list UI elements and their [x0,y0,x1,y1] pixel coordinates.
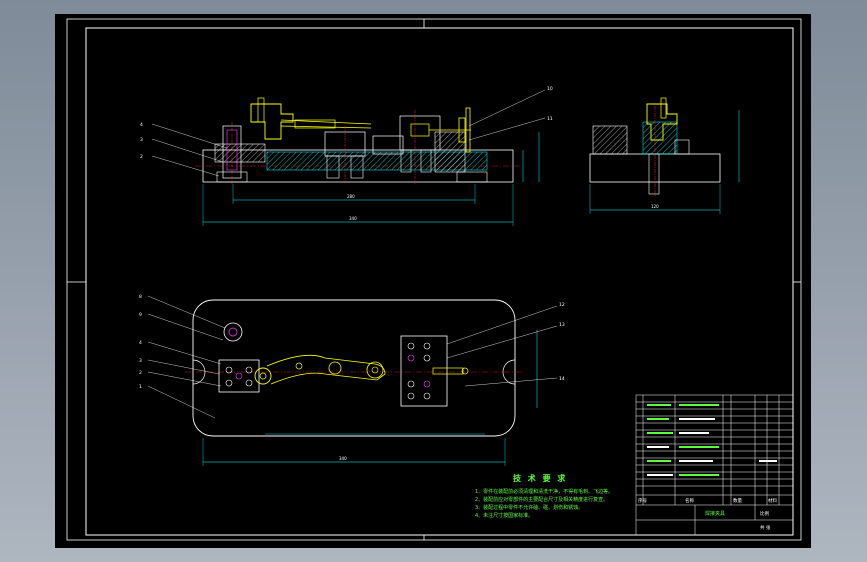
balloon-top-r-0: 12 [559,302,565,308]
cad-drawing: 280 340 4 3 2 10 11 120 340 8 9 4 3 2 1 … [66,18,802,541]
ratio-label: 比例 [760,510,769,517]
tech-line-1: 1、零件在装配前必须清理和清洗干净，不得有毛刺、飞边等。 [475,488,613,495]
tech-line-2: 2、装配前应对零部件的主要配合尺寸及相关精度进行复查。 [475,496,608,503]
balloon-top-r-2: 14 [559,376,565,382]
balloon-top-4: 2 [139,370,142,376]
dim-top-overall: 340 [339,456,347,461]
balloon-front-0: 4 [140,122,143,128]
header-name: 名称 [685,497,694,504]
tech-line-4: 4、未注尺寸按国家标准。 [475,512,533,519]
balloon-top-5: 1 [139,384,142,390]
header-qty: 数量 [733,497,742,504]
title-block-text: 序号 名称 数量 材料 焊接夹具 比例 共 张 [638,497,777,531]
balloon-front-2: 2 [140,154,143,160]
balloon-front-r-1: 11 [547,116,553,122]
dim-side-width: 120 [651,204,659,209]
drawing-name: 焊接夹具 [705,510,725,517]
top-balloons: 8 9 4 3 2 1 12 13 14 [139,294,565,419]
header-material: 材料 [768,497,777,504]
balloon-top-r-1: 13 [559,322,565,328]
side-view: 120 [589,97,740,214]
inner-frame [85,27,794,536]
dim-front-inner: 280 [347,194,355,199]
top-view: 340 [185,299,538,466]
balloon-top-3: 3 [139,358,142,364]
header-no: 序号 [638,497,647,504]
dim-front-overall: 340 [349,216,357,221]
balloon-top-2: 4 [139,340,142,346]
balloon-front-1: 3 [140,137,143,143]
sheet-label: 共 张 [760,524,771,531]
balloon-top-0: 8 [139,294,142,300]
tech-title: 技 术 要 求 [513,473,567,483]
balloon-front-r-0: 10 [547,86,553,92]
drawing-sheet: 280 340 4 3 2 10 11 120 340 8 9 4 3 2 1 … [55,14,811,548]
balloon-top-1: 9 [139,312,142,318]
technical-requirements: 技 术 要 求 1、零件在装配前必须清理和清洗干净，不得有毛刺、飞边等。 2、装… [475,473,613,519]
tech-line-3: 3、装配过程中零件不允许磕、碰、划伤和锈蚀。 [475,504,583,511]
